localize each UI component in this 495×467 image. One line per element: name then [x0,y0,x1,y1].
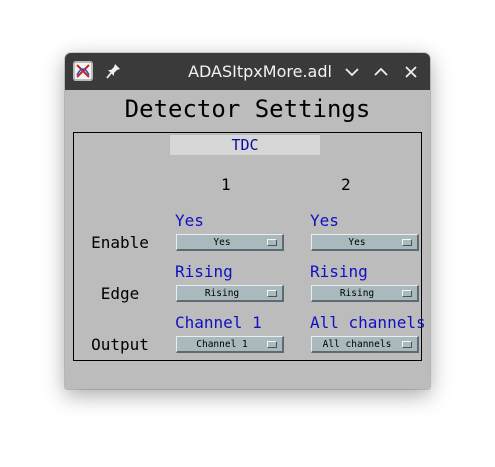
maximize-icon[interactable] [372,63,390,81]
menu-indicator-icon [402,341,412,348]
row-label-edge: Edge [100,284,140,303]
pin-icon[interactable] [105,61,123,81]
menu-indicator-icon [267,239,277,246]
row-label-enable: Enable [91,233,149,252]
row-label-output: Output [91,335,149,354]
menu-value: Yes [348,237,366,248]
edge-readback-1: Rising [175,262,233,281]
edge-readback-2: Rising [310,262,368,281]
menu-indicator-icon [267,290,277,297]
minimize-icon[interactable] [343,63,361,81]
page-title: Detector Settings [124,95,371,123]
menu-value: Yes [213,237,231,248]
menu-indicator-icon [402,239,412,246]
menu-value: Rising [204,288,240,299]
edge-menu-1[interactable]: Rising [176,285,284,302]
output-readback-2: All channels [310,313,426,332]
title-bar[interactable]: ADASItpxMore.adl [65,53,430,90]
column-header-2: 2 [341,175,351,194]
column-header-1: 1 [221,175,231,194]
output-menu-2[interactable]: All channels [311,336,419,353]
group-label: TDC [170,135,320,155]
menu-indicator-icon [402,290,412,297]
enable-menu-2[interactable]: Yes [311,234,419,251]
enable-readback-2: Yes [310,211,339,230]
output-menu-1[interactable]: Channel 1 [176,336,284,353]
edge-menu-2[interactable]: Rising [311,285,419,302]
menu-value: All channels [322,339,392,350]
menu-value: Rising [339,288,375,299]
enable-readback-1: Yes [175,211,204,230]
enable-menu-1[interactable]: Yes [176,234,284,251]
window-title: ADASItpxMore.adl [188,62,332,81]
menu-indicator-icon [267,341,277,348]
app-icon[interactable] [73,61,93,81]
output-readback-1: Channel 1 [175,313,262,332]
close-icon[interactable] [402,63,420,81]
menu-value: Channel 1 [196,339,248,350]
app-window: ADASItpxMore.adl Detector Settings TDC 1… [65,53,430,389]
